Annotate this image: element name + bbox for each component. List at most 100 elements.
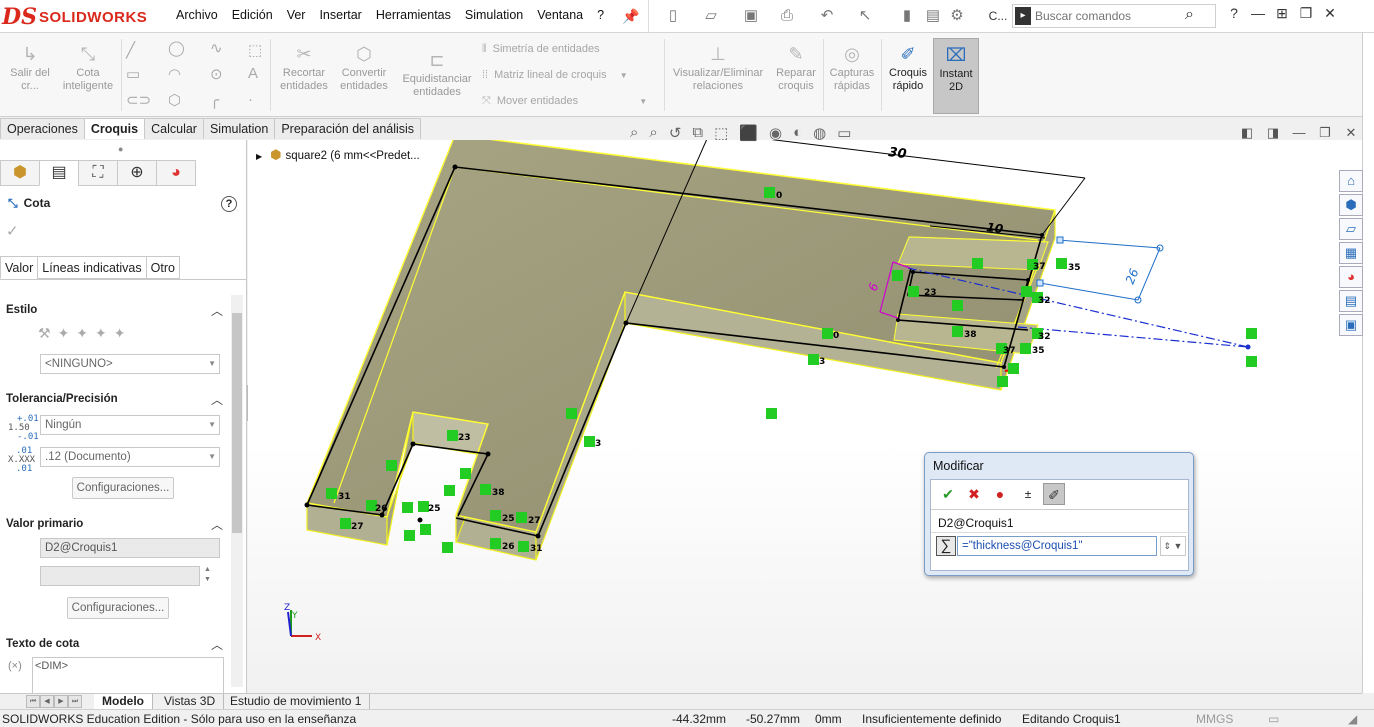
trim-entities-button[interactable]: ✂ Recortar entidades	[278, 41, 330, 93]
relation-marker[interactable]: 32	[1032, 292, 1051, 306]
menu-help[interactable]: ?	[597, 8, 604, 22]
select-icon[interactable]: ↖	[855, 7, 875, 25]
tab-modelo[interactable]: Modelo	[94, 694, 153, 710]
display-manager-tab-icon[interactable]: ◕	[156, 160, 196, 186]
ok-check-icon[interactable]: ✓	[6, 222, 19, 240]
primary-value-field[interactable]	[40, 566, 200, 586]
primary-value-settings-button[interactable]: Configuraciones...	[67, 597, 169, 619]
close-icon[interactable]: ✕	[1318, 5, 1342, 22]
tolerance-dropdown[interactable]: Ningún ▼	[40, 415, 220, 435]
help-icon[interactable]: ?	[1222, 5, 1246, 22]
configuration-manager-tab-icon[interactable]: ⛶	[78, 160, 118, 186]
part-name[interactable]: square2 (6 mm<<Predet...	[286, 150, 420, 162]
convert-entities-button[interactable]: ⬡ Convertir entidades	[336, 41, 392, 93]
tile-left-icon[interactable]: ◧	[1234, 125, 1260, 141]
polygon-icon[interactable]: ⬡	[168, 91, 181, 109]
view-palette-icon[interactable]: ▦	[1339, 242, 1363, 264]
cancel-x-icon[interactable]: ✖	[963, 483, 985, 505]
customize-label[interactable]: C...	[985, 7, 1011, 25]
menu-insertar[interactable]: Insertar	[319, 8, 361, 22]
menu-ventana[interactable]: Ventana	[537, 8, 583, 22]
add-style-star-icon[interactable]: ✦	[58, 325, 77, 341]
dimension-text-area[interactable]: <DIM>	[32, 657, 224, 693]
instant-2d-button[interactable]: ⌧ Instant 2D	[933, 38, 979, 114]
exit-sketch-button[interactable]: ↳ Salir del cr...	[8, 41, 52, 93]
selection-handle[interactable]	[1056, 236, 1064, 244]
circle-icon[interactable]: ◯	[168, 39, 185, 57]
accept-check-icon[interactable]: ✔	[937, 483, 959, 505]
relation-marker[interactable]: 25	[418, 501, 441, 514]
solidworks-logo[interactable]: DS SOLIDWORKS	[2, 4, 147, 30]
slot-icon[interactable]: ⊂⊃	[126, 91, 151, 109]
rapid-sketch-button[interactable]: ✐ Croquis rápido	[884, 41, 932, 93]
text-icon[interactable]: A	[248, 65, 258, 82]
tab-calcular[interactable]: Calcular	[144, 118, 204, 139]
section-view-icon[interactable]: ⧉	[692, 124, 703, 142]
new-document-icon[interactable]: ▯	[663, 7, 683, 25]
property-manager-tab-icon[interactable]: ▤	[39, 160, 79, 186]
menu-archivo[interactable]: Archivo	[176, 8, 218, 22]
repair-sketch-button[interactable]: ✎ Reparar croquis	[770, 41, 822, 93]
pin-menu-icon[interactable]: 📌	[622, 8, 639, 25]
menu-ver[interactable]: Ver	[287, 8, 306, 22]
sketch-point[interactable]	[1245, 344, 1251, 350]
precision-dropdown[interactable]: .12 (Documento) ▼	[40, 447, 220, 467]
tab-vistas-3d[interactable]: Vistas 3D	[156, 694, 225, 710]
print-icon[interactable]: ⎙	[777, 7, 797, 25]
reverse-sense-icon[interactable]: ±	[1017, 483, 1039, 505]
fillet-icon[interactable]: ╭	[210, 91, 219, 109]
units-system[interactable]: MMGS	[1196, 712, 1233, 726]
rebuild-traffic-light-icon[interactable]: ●	[989, 483, 1011, 505]
relation-marker[interactable]: 35	[1056, 258, 1081, 273]
tolerance-settings-button[interactable]: Configuraciones...	[72, 477, 174, 499]
save-icon[interactable]: ▣	[741, 7, 761, 25]
last-tab-icon[interactable]: ⏭	[68, 695, 82, 708]
zoom-to-area-icon[interactable]: ⌕	[649, 124, 657, 142]
tab-preparacion-analisis[interactable]: Preparación del análisis	[274, 118, 422, 139]
panel-collapse-handle[interactable]: ●	[118, 144, 123, 154]
restore-icon[interactable]: ❐	[1294, 5, 1318, 22]
menu-simulation[interactable]: Simulation	[465, 8, 523, 22]
graphics-area[interactable]: 30 10 26 6 0 0 3 3 23 23 25 25 26 26 27 …	[248, 140, 1362, 693]
menu-herramientas[interactable]: Herramientas	[376, 8, 451, 22]
ellipse-icon[interactable]: ⊙	[210, 65, 223, 83]
dimxpert-tab-icon[interactable]: ⊕	[117, 160, 157, 186]
primary-dimension-name-field[interactable]: D2@Croquis1	[40, 538, 220, 558]
apply-style-icon[interactable]: ⚒	[38, 325, 58, 341]
prev-tab-icon[interactable]: ◀	[40, 695, 54, 708]
display-style-icon[interactable]: ⬛	[739, 124, 758, 142]
solidworks-resources-icon[interactable]: ⌂	[1339, 170, 1363, 192]
minimize-icon[interactable]: —	[1246, 5, 1270, 22]
file-properties-icon[interactable]: ▤	[923, 7, 943, 25]
status-info-icon[interactable]: ▭	[1268, 712, 1279, 726]
smart-dimension-button[interactable]: ⤡ Cota inteligente	[58, 41, 118, 93]
rebuild-icon[interactable]: ▮	[897, 7, 917, 25]
search-icon[interactable]: ⌕	[1185, 6, 1194, 24]
feature-manager-tab-icon[interactable]: ⬢	[0, 160, 40, 186]
sketch-point[interactable]	[417, 517, 423, 523]
pm-scrollbar-thumb[interactable]	[232, 313, 242, 533]
chevron-down-icon[interactable]: ▼	[620, 71, 628, 80]
dimension-value-input[interactable]	[957, 536, 1157, 556]
view-orientation-icon[interactable]: ⬚	[714, 124, 728, 142]
value-spin-dropdown[interactable]: ⇕ ▼	[1160, 536, 1186, 556]
mirror-entities-button[interactable]: ⫴ Simetría de entidades	[482, 43, 600, 56]
restore-doc-icon[interactable]: ❐	[1312, 125, 1338, 141]
file-explorer-icon[interactable]: ▱	[1339, 218, 1363, 240]
first-tab-icon[interactable]: ⏮	[26, 695, 40, 708]
undo-icon[interactable]: ↶	[817, 7, 837, 25]
custom-properties-icon[interactable]: ▤	[1339, 290, 1363, 312]
pm-scrollbar[interactable]	[231, 295, 243, 687]
tab-operaciones[interactable]: Operaciones	[0, 118, 85, 139]
tab-estudio-movimiento[interactable]: Estudio de movimiento 1	[222, 694, 371, 710]
delete-style-star-icon[interactable]: ✦	[76, 325, 95, 341]
chevron-up-icon[interactable]: ︿	[211, 636, 223, 653]
display-delete-relations-button[interactable]: ⊥ Visualizar/Eliminar relaciones	[670, 41, 766, 93]
selection-handle[interactable]	[1036, 279, 1044, 287]
menu-edicion[interactable]: Edición	[232, 8, 273, 22]
dimension-26-lines[interactable]	[1039, 239, 1161, 301]
dimension-10-text[interactable]: 10	[986, 220, 1004, 236]
view-settings-icon[interactable]: ▭	[837, 124, 851, 142]
move-entities-button[interactable]: ⤧ Mover entidades ▼	[482, 95, 647, 108]
tab-croquis[interactable]: Croquis	[83, 118, 146, 139]
